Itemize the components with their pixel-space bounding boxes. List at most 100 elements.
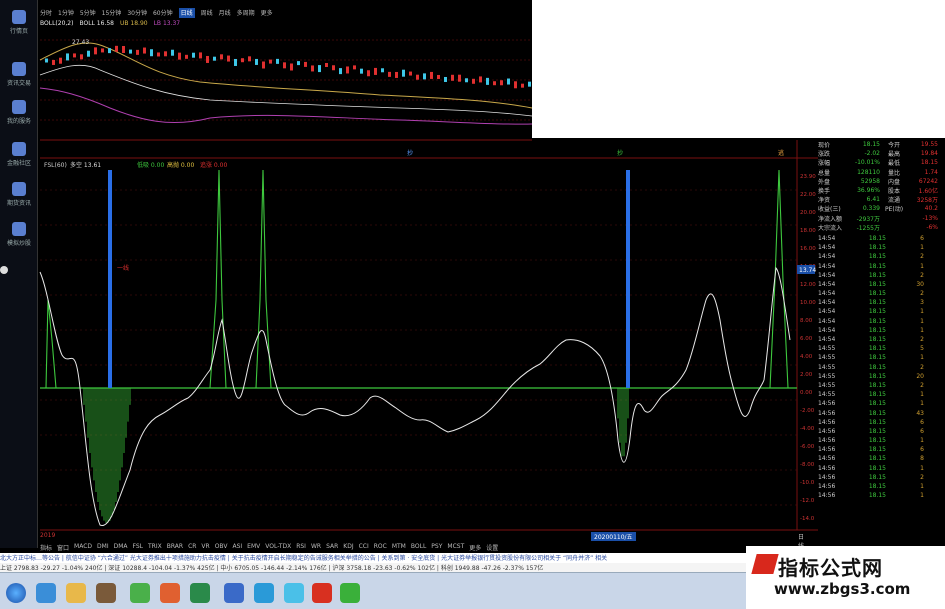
indicator-tab[interactable]: KDJ <box>343 543 353 552</box>
candle <box>416 74 419 80</box>
candle <box>178 52 181 60</box>
indicator-tab[interactable]: MCST <box>447 543 464 552</box>
quote-value: 128110 <box>857 168 880 176</box>
quote-value: -13% <box>922 214 938 222</box>
candle <box>87 50 90 57</box>
candle <box>59 57 62 64</box>
browser-icon[interactable] <box>36 583 56 603</box>
logo-icon <box>751 554 779 574</box>
svg-text:-12.0: -12.0 <box>800 498 815 504</box>
indicator-tab[interactable]: PSY <box>431 543 442 552</box>
app-icon[interactable] <box>130 583 150 603</box>
tick-price: 18.15 <box>868 427 886 435</box>
indicator-pane: 23.90 22.00 20.00 18.00 16.00 14.00 12.0… <box>39 140 818 531</box>
candle <box>283 62 286 69</box>
tick-price: 18.15 <box>868 381 886 389</box>
candle <box>157 52 160 57</box>
tick-row: 14:55 18.15 2 <box>818 363 945 372</box>
quote-value: -6% <box>926 223 938 231</box>
tick-time: 14:56 <box>818 418 836 426</box>
indicator-tab[interactable]: CR <box>188 543 196 552</box>
tick-volume: 2 <box>920 381 924 389</box>
avatar-icon[interactable] <box>96 583 116 603</box>
tick-row: 14:56 18.15 8 <box>818 454 945 463</box>
wechat-icon[interactable] <box>340 583 360 603</box>
signal-label: 抄 <box>407 149 413 157</box>
tick-time: 14:55 <box>818 354 836 362</box>
app-icon[interactable] <box>190 583 210 603</box>
indicator-value-duokong: 多空 13.61 <box>70 161 101 169</box>
tick-time: 14:54 <box>818 262 836 270</box>
candle <box>108 48 111 54</box>
app-icon[interactable] <box>284 583 304 603</box>
tick-price: 18.15 <box>868 492 886 500</box>
indicator-tab[interactable]: MACD <box>74 543 92 552</box>
tick-volume: 30 <box>916 280 924 288</box>
candle <box>339 68 342 75</box>
tick-price: 18.15 <box>868 280 886 288</box>
indicator-tab[interactable]: OBV <box>215 543 228 552</box>
tick-price: 18.15 <box>868 446 886 454</box>
svg-text:4.00: 4.00 <box>800 354 813 360</box>
indicator-tab[interactable]: ASI <box>232 543 242 552</box>
indicator-tab[interactable]: 设置 <box>486 543 498 552</box>
app-icon[interactable] <box>224 583 244 603</box>
signal-label: 抄 <box>617 149 623 157</box>
svg-text:-14.0: -14.0 <box>800 516 815 522</box>
candle <box>465 78 468 83</box>
quote-key: 外盘 <box>818 178 831 186</box>
folder-icon[interactable] <box>66 583 86 603</box>
indicator-value-gaopao: 高抛 0.00 <box>167 161 194 169</box>
app-icon[interactable] <box>312 583 332 603</box>
indicator-tab[interactable]: RSI <box>296 543 306 552</box>
indicator-tab[interactable]: VR <box>201 543 209 552</box>
quote-value: -2.02 <box>864 150 880 158</box>
indicator-tab[interactable]: TRIX <box>148 543 162 552</box>
quote-value: 18.15 <box>862 141 880 149</box>
indicator-tab[interactable]: DMI <box>97 543 109 552</box>
indicator-tab[interactable]: ROC <box>374 543 387 552</box>
quote-value: 1.60亿 <box>918 188 938 196</box>
quote-value: 40.2 <box>924 205 938 213</box>
tick-volume: 6 <box>920 234 924 242</box>
tick-price: 18.15 <box>868 299 886 307</box>
quote-key: 净资 <box>818 197 831 205</box>
indicator-tab[interactable]: DMA <box>114 543 128 552</box>
indicator-tab[interactable]: WR <box>311 543 321 552</box>
indicator-tab[interactable]: BOLL <box>411 543 426 552</box>
index-text: 上证 2798.83 -29.27 -1.04% 240亿 | 深证 10288… <box>0 565 544 572</box>
tick-volume: 1 <box>920 317 924 325</box>
tick-time: 14:56 <box>818 446 836 454</box>
candle <box>367 70 370 77</box>
quote-row: 总量 128110 量比 1.74 <box>818 168 945 177</box>
indicator-tab[interactable]: VOL-TDX <box>265 543 291 552</box>
indicator-tab[interactable]: FSL <box>133 543 144 552</box>
indicator-tab[interactable]: CCI <box>359 543 369 552</box>
candle <box>101 48 104 53</box>
tick-time: 14:55 <box>818 345 836 353</box>
tick-price: 18.15 <box>868 308 886 316</box>
candle <box>507 78 510 85</box>
tick-time: 14:56 <box>818 464 836 472</box>
indicator-tab[interactable]: BRAR <box>167 543 183 552</box>
indicator-tab[interactable]: EMV <box>247 543 260 552</box>
quote-row: 涨幅 -10.01% 最低 18.15 <box>818 158 945 167</box>
app-icon[interactable] <box>160 583 180 603</box>
tick-price: 18.15 <box>868 363 886 371</box>
indicator-tab[interactable]: 窗口 <box>57 543 69 552</box>
tick-price: 18.15 <box>868 391 886 399</box>
start-icon[interactable] <box>6 583 26 603</box>
tick-time: 14:54 <box>818 336 836 344</box>
candle <box>493 81 496 86</box>
quote-value: 19.55 <box>920 141 938 149</box>
indicator-tab[interactable]: 指标 <box>40 543 52 552</box>
watermark: 指标公式网 www.zbgs3.com <box>746 546 945 609</box>
tick-row: 14:55 18.15 2 <box>818 381 945 390</box>
indicator-tab[interactable]: SAR <box>326 543 338 552</box>
tick-time: 14:54 <box>818 299 836 307</box>
quote-key: 涨跌 <box>818 151 831 159</box>
app-icon[interactable] <box>254 583 274 603</box>
indicator-tab[interactable]: MTM <box>392 543 406 552</box>
indicator-tab[interactable]: 更多 <box>469 543 481 552</box>
tick-row: 14:54 18.15 1 <box>818 243 945 252</box>
